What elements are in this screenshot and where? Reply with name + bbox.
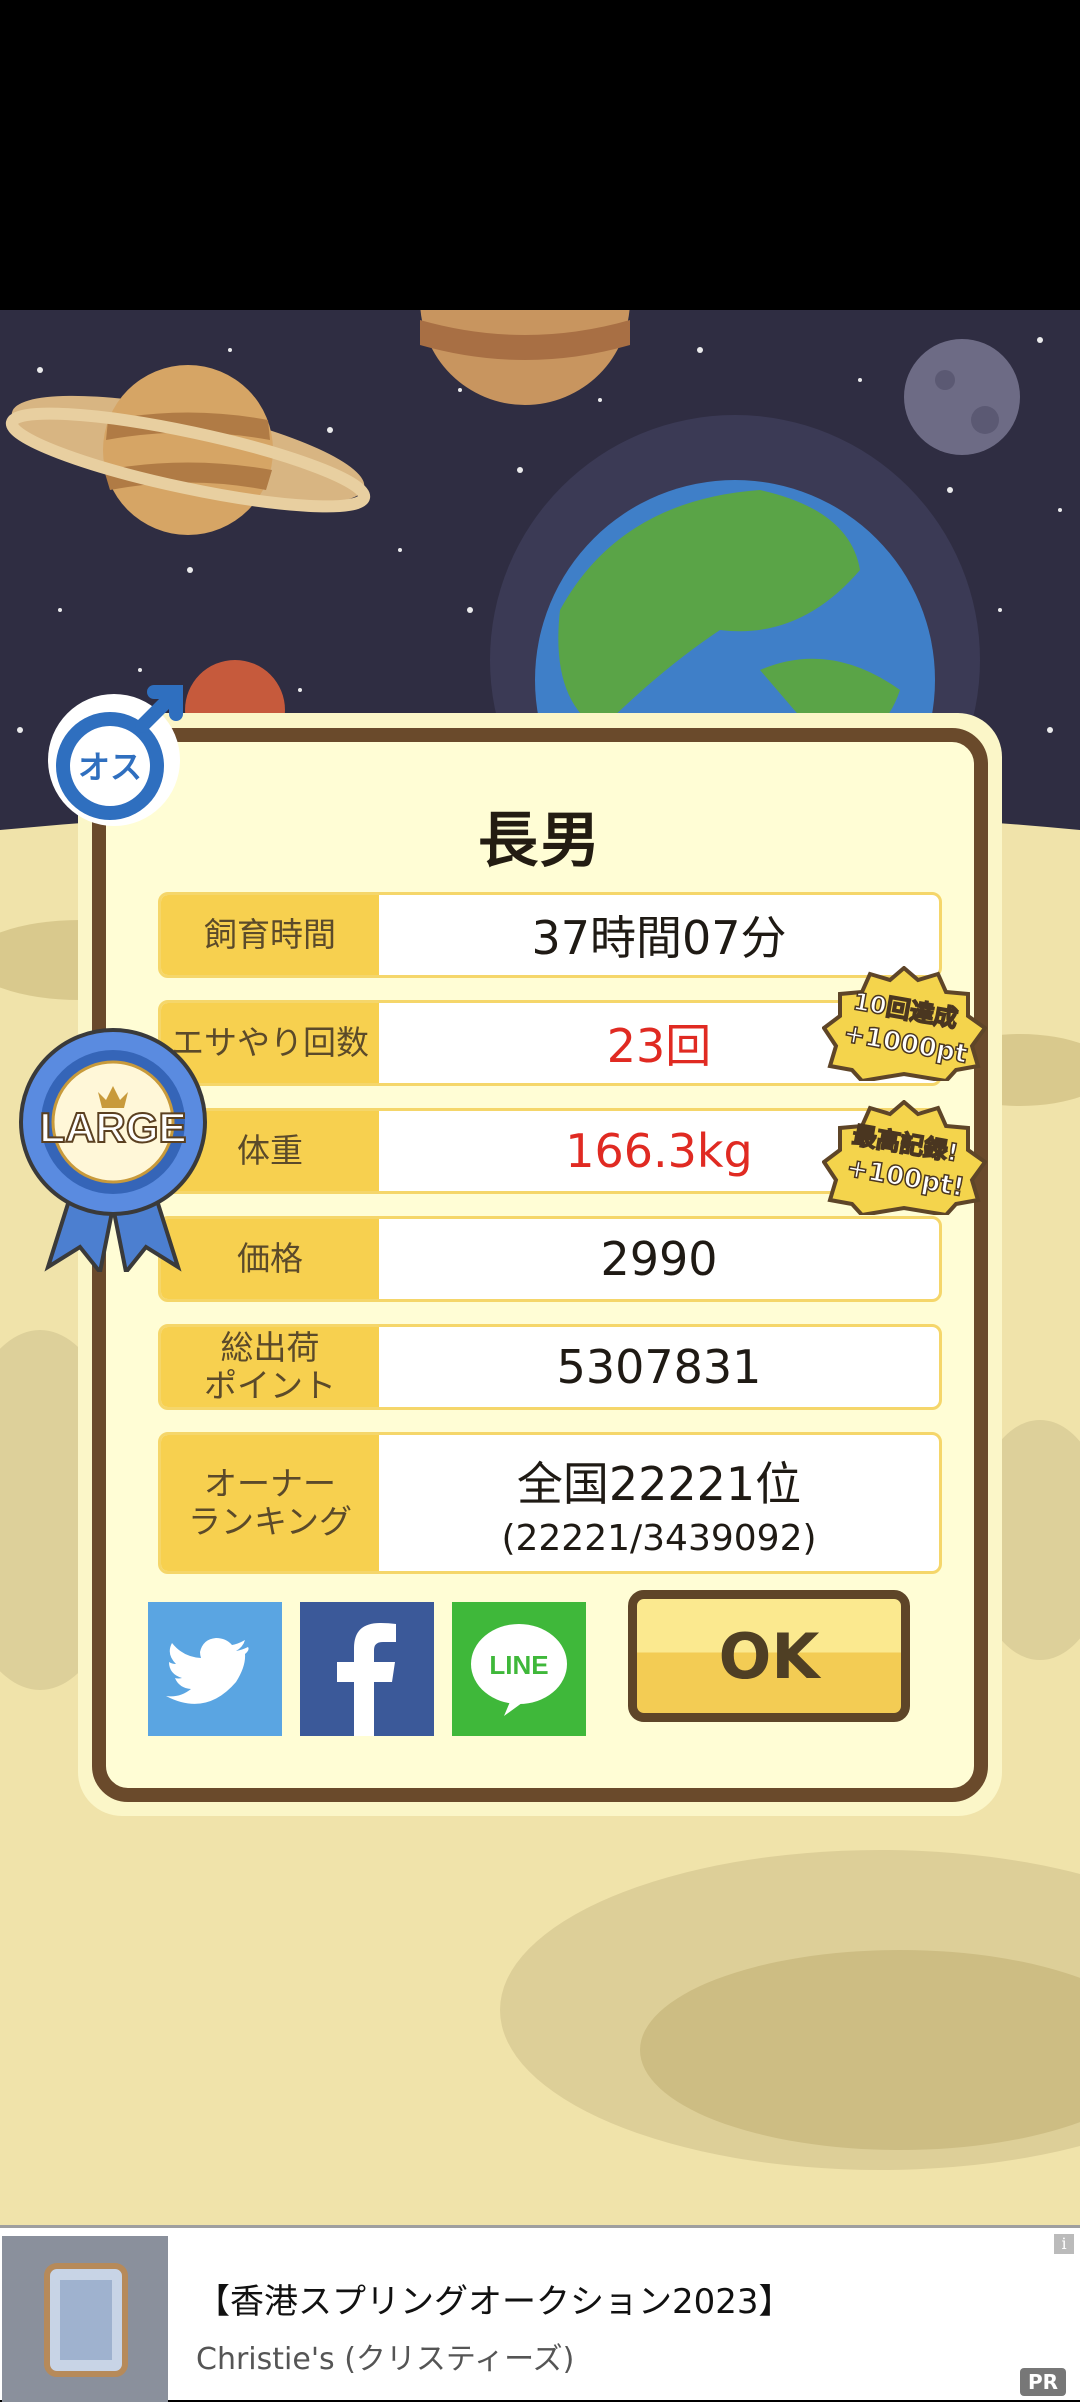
facebook-share-button[interactable] xyxy=(300,1602,434,1736)
row-value: 37時間07分 xyxy=(531,911,787,965)
ad-banner[interactable]: 【香港スプリングオークション2023】 Christie's (クリスティーズ)… xyxy=(0,2225,1080,2402)
row-value: 5307831 xyxy=(556,1340,762,1394)
line-icon: LINE xyxy=(471,1624,567,1716)
pr-badge: PR xyxy=(1019,2368,1066,2396)
grey-planet xyxy=(904,339,1020,455)
result-dialog: 長男 飼育時間 37時間07分 エサやり回数 23回 体重 166.3kg 価格… xyxy=(92,728,988,1802)
ad-image[interactable] xyxy=(2,2236,168,2402)
ad-title[interactable]: 【香港スプリングオークション2023】 xyxy=(196,2274,793,2323)
male-icon: オス xyxy=(48,685,183,826)
svg-text:LINE: LINE xyxy=(489,1650,548,1680)
ad-advertiser[interactable]: Christie's (クリスティーズ) xyxy=(196,2334,574,2378)
saturn xyxy=(5,365,371,535)
ranking-main: 全国22221位 xyxy=(516,1456,802,1511)
row-price: 価格 2990 xyxy=(158,1216,942,1302)
row-owner-ranking: オーナー ランキング 全国22221位 (22221/3439092) xyxy=(158,1432,942,1574)
ranking-detail: (22221/3439092) xyxy=(501,1517,817,1559)
row-label: 飼育時間 xyxy=(161,895,379,975)
ok-button[interactable]: OK xyxy=(628,1590,910,1722)
row-label: オーナー ランキング xyxy=(161,1435,379,1571)
size-ribbon: LARGE xyxy=(19,1028,207,1272)
row-label: 総出荷 ポイント xyxy=(161,1327,379,1407)
row-value: 全国22221位 (22221/3439092) xyxy=(379,1435,939,1571)
record-badge: 最高記録! +100pt! xyxy=(821,1099,988,1218)
line-share-button[interactable]: LINE xyxy=(452,1602,586,1736)
row-total-points: 総出荷 ポイント 5307831 xyxy=(158,1324,942,1410)
facebook-icon xyxy=(337,1623,396,1736)
svg-text:LARGE: LARGE xyxy=(40,1104,187,1151)
twitter-share-button[interactable] xyxy=(148,1602,282,1736)
pig-name-title: 長男 xyxy=(478,806,602,876)
row-value: 2990 xyxy=(600,1232,718,1286)
info-icon[interactable]: i xyxy=(1054,2234,1074,2254)
svg-text:オス: オス xyxy=(78,748,142,786)
twitter-icon xyxy=(166,1638,249,1704)
status-area xyxy=(0,0,1080,310)
feed-count-badge: 10回達成 +1000pt xyxy=(821,965,988,1084)
